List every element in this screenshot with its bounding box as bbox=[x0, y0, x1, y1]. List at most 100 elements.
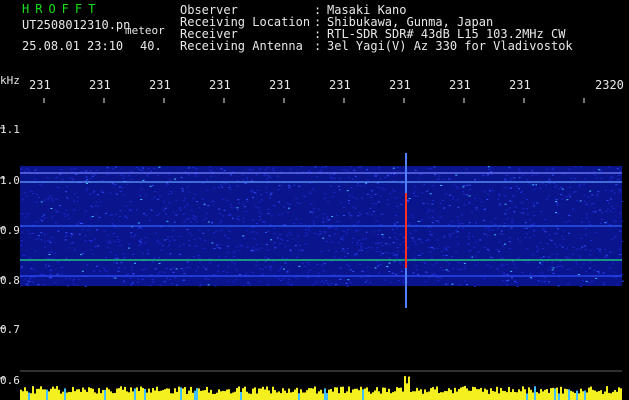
noise-dot bbox=[483, 233, 486, 235]
noise-dot bbox=[529, 219, 532, 221]
noise-dot bbox=[322, 221, 325, 223]
amplitude-bar bbox=[122, 389, 124, 400]
time-tick: 231 bbox=[149, 78, 171, 92]
noise-dot bbox=[256, 189, 259, 191]
noise-dot bbox=[267, 249, 270, 251]
noise-dot bbox=[555, 258, 558, 260]
noise-dot bbox=[211, 222, 214, 224]
noise-dot bbox=[244, 206, 247, 208]
noise-dot bbox=[341, 249, 344, 251]
noise-dot bbox=[46, 240, 49, 242]
noise-dot bbox=[453, 184, 456, 186]
noise-dot bbox=[188, 245, 191, 247]
noise-dot bbox=[583, 245, 586, 247]
noise-dot bbox=[558, 187, 561, 189]
noise-dot bbox=[219, 213, 221, 214]
noise-dot bbox=[468, 202, 471, 204]
amplitude-bar bbox=[518, 389, 520, 400]
noise-dot bbox=[544, 219, 547, 221]
noise-dot bbox=[523, 227, 526, 229]
amplitude-bar bbox=[554, 388, 556, 400]
noise-dot bbox=[36, 194, 39, 196]
noise-dot bbox=[299, 244, 301, 246]
noise-dot bbox=[243, 238, 246, 240]
noise-dot bbox=[349, 269, 352, 271]
noise-dot bbox=[84, 285, 87, 287]
noise-dot bbox=[298, 249, 301, 251]
noise-dot bbox=[475, 209, 478, 211]
noise-dot bbox=[129, 201, 132, 202]
amplitude-bar bbox=[136, 387, 138, 400]
noise-dot bbox=[312, 211, 314, 213]
noise-dot bbox=[47, 197, 50, 199]
noise-dot bbox=[510, 270, 513, 272]
noise-dot bbox=[109, 251, 112, 253]
noise-dot bbox=[28, 278, 31, 280]
noise-dot bbox=[449, 236, 452, 238]
amplitude-bar bbox=[400, 387, 402, 400]
noise-dot bbox=[376, 261, 379, 263]
noise-dot bbox=[392, 252, 395, 254]
noise-dot bbox=[396, 167, 399, 169]
amplitude-bar bbox=[606, 386, 608, 400]
amplitude-bar bbox=[300, 389, 302, 400]
amplitude-bar bbox=[556, 387, 558, 400]
noise-dot bbox=[24, 278, 27, 280]
noise-dot bbox=[502, 245, 505, 247]
amplitude-bar bbox=[240, 391, 242, 400]
amplitude-bar bbox=[68, 391, 70, 400]
noise-dot bbox=[246, 179, 249, 181]
noise-dot bbox=[123, 267, 126, 269]
noise-dot bbox=[420, 219, 423, 221]
amplitude-bar bbox=[252, 388, 254, 400]
noise-dot bbox=[579, 285, 582, 287]
noise-dot bbox=[40, 273, 43, 275]
noise-dot bbox=[269, 194, 272, 196]
noise-dot bbox=[138, 240, 141, 242]
noise-dot bbox=[164, 207, 167, 209]
noise-dot bbox=[399, 243, 402, 245]
noise-dot bbox=[149, 170, 152, 172]
noise-dot bbox=[324, 231, 327, 233]
noise-dot bbox=[487, 166, 490, 168]
noise-dot bbox=[369, 282, 372, 284]
noise-dot bbox=[474, 198, 477, 199]
noise-dot bbox=[166, 220, 169, 222]
noise-dot bbox=[163, 281, 166, 283]
noise-dot bbox=[43, 274, 46, 276]
noise-dot bbox=[436, 276, 439, 278]
amplitude-bar bbox=[246, 391, 248, 400]
noise-dot bbox=[312, 220, 315, 222]
noise-dot bbox=[402, 251, 405, 253]
amplitude-bar bbox=[346, 391, 348, 400]
noise-dot bbox=[227, 237, 230, 239]
noise-dot bbox=[174, 178, 177, 180]
noise-dot bbox=[468, 238, 470, 240]
noise-dot bbox=[415, 265, 418, 267]
noise-dot bbox=[413, 191, 416, 193]
amplitude-bar bbox=[382, 387, 384, 400]
noise-dot bbox=[424, 281, 427, 283]
amplitude-bar bbox=[592, 389, 594, 400]
noise-dot bbox=[351, 178, 354, 180]
noise-dot bbox=[174, 277, 177, 279]
noise-dot bbox=[197, 266, 200, 268]
noise-dot bbox=[386, 174, 389, 176]
noise-dot bbox=[348, 194, 351, 196]
noise-dot bbox=[359, 277, 362, 279]
noise-dot bbox=[331, 216, 334, 218]
amplitude-bar bbox=[424, 389, 426, 400]
noise-dot bbox=[242, 235, 245, 237]
noise-dot bbox=[393, 223, 396, 225]
noise-dot bbox=[311, 212, 314, 214]
amplitude-bar bbox=[402, 391, 404, 400]
noise-dot bbox=[564, 221, 567, 223]
noise-dot bbox=[251, 169, 254, 171]
noise-dot bbox=[601, 211, 604, 213]
noise-dot bbox=[585, 280, 588, 282]
noise-dot bbox=[60, 273, 63, 275]
noise-dot bbox=[456, 236, 459, 238]
noise-dot bbox=[200, 284, 203, 286]
amplitude-bar bbox=[450, 389, 452, 400]
noise-dot bbox=[380, 242, 383, 244]
